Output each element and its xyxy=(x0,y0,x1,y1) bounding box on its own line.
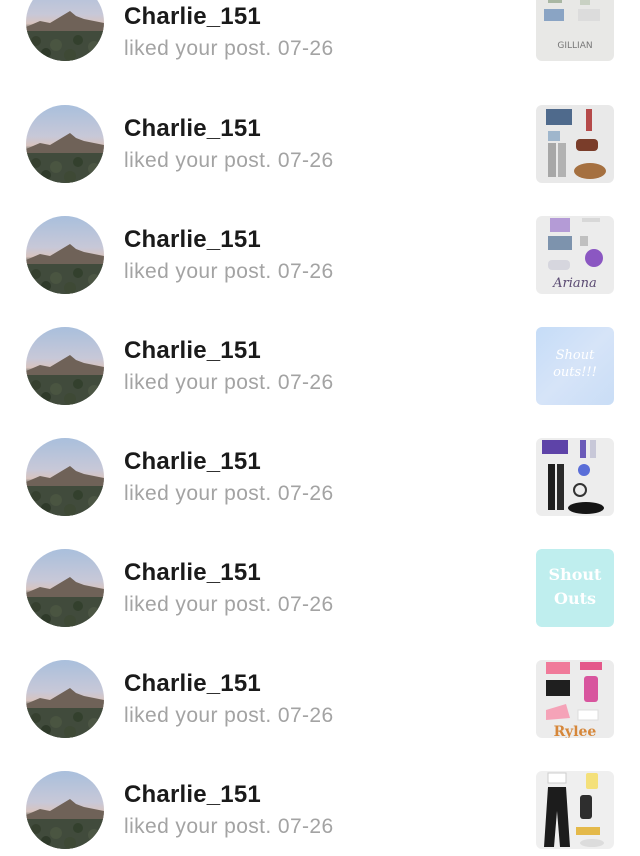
notification-row[interactable]: Charlie_151 liked your post. 07-26 xyxy=(0,410,640,521)
notification-message: liked your post. 07-26 xyxy=(124,815,334,838)
post-thumbnail[interactable]: Rylee xyxy=(536,660,614,738)
thumbnail-caption: GILLIAN xyxy=(557,41,593,51)
post-thumbnail[interactable]: Ariana xyxy=(536,216,614,294)
username[interactable]: Charlie_151 xyxy=(124,115,334,143)
username[interactable]: Charlie_151 xyxy=(124,337,334,365)
post-thumbnail[interactable]: Shout outs!!! xyxy=(536,327,614,405)
notification-row[interactable]: Charlie_151 liked your post. 07-26 Shout… xyxy=(0,299,640,410)
notification-message: liked your post. 07-26 xyxy=(124,260,334,283)
avatar[interactable] xyxy=(26,771,104,849)
notification-message: liked your post. 07-26 xyxy=(124,371,334,394)
notification-row[interactable]: Charlie_151 liked your post. 07-26 xyxy=(0,743,640,854)
avatar[interactable] xyxy=(26,327,104,405)
thumbnail-caption: Shout Outs xyxy=(548,565,602,608)
username[interactable]: Charlie_151 xyxy=(124,781,334,809)
username[interactable]: Charlie_151 xyxy=(124,226,334,254)
thumbnail-caption: Ariana xyxy=(553,276,597,291)
notification-message: liked your post. 07-26 xyxy=(124,482,334,505)
username[interactable]: Charlie_151 xyxy=(124,559,334,587)
avatar[interactable] xyxy=(26,216,104,294)
notification-message: liked your post. 07-26 xyxy=(124,149,334,172)
notification-row[interactable]: Charlie_151 liked your post. 07-26 Rylee xyxy=(0,632,640,743)
avatar[interactable] xyxy=(26,438,104,516)
notification-message: liked your post. 07-26 xyxy=(124,704,334,727)
avatar[interactable] xyxy=(26,0,104,61)
avatar[interactable] xyxy=(26,660,104,738)
notification-message: liked your post. 07-26 xyxy=(124,37,334,60)
notification-list: Charlie_151 liked your post. 07-26 GILLI… xyxy=(0,0,640,856)
thumbnail-caption: Rylee xyxy=(553,724,597,738)
post-thumbnail[interactable] xyxy=(536,438,614,516)
post-thumbnail[interactable]: GILLIAN xyxy=(536,0,614,61)
username[interactable]: Charlie_151 xyxy=(124,3,334,31)
post-thumbnail[interactable] xyxy=(536,771,614,849)
post-thumbnail[interactable] xyxy=(536,105,614,183)
notification-message: liked your post. 07-26 xyxy=(124,593,334,616)
notification-row[interactable]: Charlie_151 liked your post. 07-26 xyxy=(0,77,640,188)
username[interactable]: Charlie_151 xyxy=(124,670,334,698)
avatar[interactable] xyxy=(26,105,104,183)
notification-row[interactable]: Charlie_151 liked your post. 07-26 Shout… xyxy=(0,521,640,632)
notification-row[interactable]: Charlie_151 liked your post. 07-26 GILLI… xyxy=(0,0,640,77)
username[interactable]: Charlie_151 xyxy=(124,448,334,476)
thumbnail-caption: Shout outs!!! xyxy=(553,348,597,380)
post-thumbnail[interactable]: Shout Outs xyxy=(536,549,614,627)
avatar[interactable] xyxy=(26,549,104,627)
notification-row[interactable]: Charlie_151 liked your post. 07-26 Arian… xyxy=(0,188,640,299)
